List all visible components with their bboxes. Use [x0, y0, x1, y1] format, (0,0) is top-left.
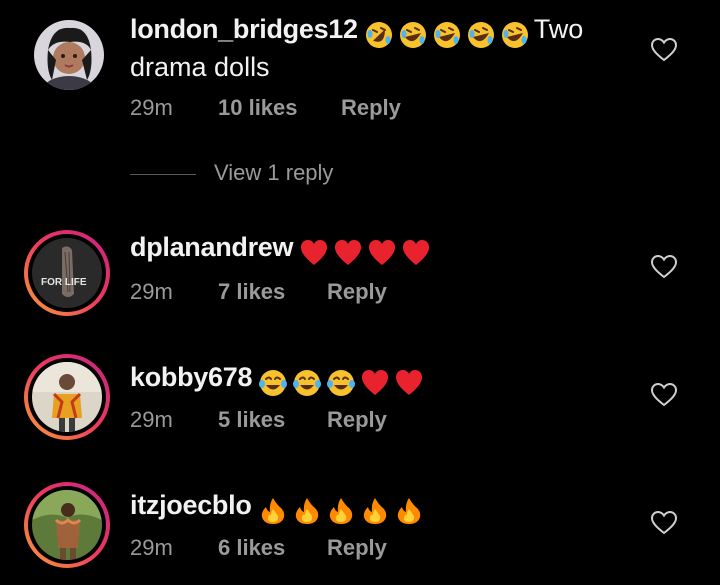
fire-icon: [394, 496, 424, 526]
like-heart-icon[interactable]: [651, 38, 677, 62]
likes-count[interactable]: 10 likes: [218, 95, 298, 121]
username[interactable]: dplanandrew: [130, 232, 294, 262]
emoji-row: [258, 364, 428, 398]
like-heart-icon[interactable]: [651, 383, 677, 407]
reply-button[interactable]: Reply: [327, 535, 387, 561]
fire-icon: [326, 496, 356, 526]
tears-of-joy-icon: [326, 368, 356, 398]
avatar: [32, 362, 102, 432]
red-heart-icon: [299, 238, 329, 268]
comment-text-line: kobby678: [130, 360, 630, 398]
comment-time: 29m: [130, 95, 173, 120]
comment-text-line2: drama dolls: [130, 52, 270, 82]
fire-icon: [292, 496, 322, 526]
red-heart-icon: [360, 368, 390, 398]
fire-icon: [258, 496, 288, 526]
comment-text-line: itzjoecblo: [130, 488, 630, 526]
avatar: [32, 490, 102, 560]
red-heart-icon: [401, 238, 431, 268]
rofl-emoji-icon: [364, 20, 394, 50]
like-heart-icon[interactable]: [651, 511, 677, 535]
username[interactable]: itzjoecblo: [130, 490, 252, 520]
red-heart-icon: [367, 238, 397, 268]
username[interactable]: london_bridges12: [130, 14, 358, 44]
reply-divider: [130, 174, 196, 175]
reply-button[interactable]: Reply: [327, 407, 387, 433]
likes-count[interactable]: 7 likes: [218, 279, 285, 305]
emoji-row: [299, 234, 435, 268]
emoji-row: [258, 492, 428, 526]
emoji-row: [364, 16, 534, 50]
rofl-emoji-icon: [466, 20, 496, 50]
avatar-story-ring[interactable]: FOR LIFE: [24, 230, 110, 316]
avatar[interactable]: [34, 20, 104, 90]
likes-count[interactable]: 6 likes: [218, 535, 285, 561]
avatar: FOR LIFE: [32, 238, 102, 308]
tears-of-joy-icon: [258, 368, 288, 398]
comment-text-line: dplanandrew: [130, 230, 630, 268]
rofl-emoji-icon: [398, 20, 428, 50]
avatar-caption: FOR LIFE: [41, 277, 87, 288]
tears-of-joy-icon: [292, 368, 322, 398]
username[interactable]: kobby678: [130, 362, 252, 392]
rofl-emoji-icon: [432, 20, 462, 50]
comment-text-line: london_bridges12 Two: [130, 12, 630, 50]
avatar-story-ring[interactable]: [24, 482, 110, 568]
rofl-emoji-icon: [500, 20, 530, 50]
comment-text: Two: [533, 14, 584, 44]
fire-icon: [360, 496, 390, 526]
red-heart-icon: [333, 238, 363, 268]
comment-time: 29m: [130, 279, 173, 304]
reply-button[interactable]: Reply: [327, 279, 387, 305]
comment-time: 29m: [130, 535, 173, 560]
red-heart-icon: [394, 368, 424, 398]
reply-button[interactable]: Reply: [341, 95, 401, 121]
likes-count[interactable]: 5 likes: [218, 407, 285, 433]
comment-time: 29m: [130, 407, 173, 432]
like-heart-icon[interactable]: [651, 255, 677, 279]
view-replies-label: View 1 reply: [214, 160, 334, 185]
avatar-story-ring[interactable]: [24, 354, 110, 440]
